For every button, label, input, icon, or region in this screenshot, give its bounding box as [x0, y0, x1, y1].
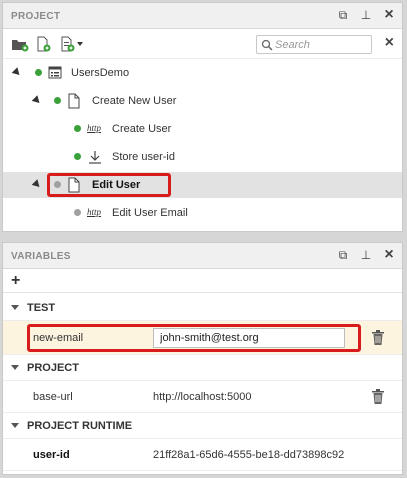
tree-item-label: Edit User Email [112, 207, 188, 219]
project-panel-title: PROJECT [11, 11, 61, 22]
float-window-icon[interactable]: ⧉ [336, 248, 350, 262]
add-variable-icon[interactable]: + [11, 272, 20, 290]
new-folder-icon[interactable] [11, 36, 29, 52]
search-icon [261, 39, 273, 51]
variables-panel-header: VARIABLES ⧉ ⊥ × [3, 243, 402, 269]
pin-icon[interactable]: ⊥ [359, 8, 373, 22]
edit-user-highlight [47, 173, 171, 197]
http-icon: http [87, 123, 102, 133]
variable-name[interactable]: base-url [33, 391, 73, 403]
variables-panel: VARIABLES ⧉ ⊥ × + TEST new-email PROJECT… [2, 242, 403, 475]
close-icon[interactable]: × [382, 7, 396, 23]
status-dot [74, 125, 81, 132]
variable-name[interactable]: user-id [33, 449, 70, 461]
section-label: TEST [27, 302, 56, 314]
trash-icon[interactable] [372, 389, 384, 404]
tree-item-label: UsersDemo [71, 67, 130, 79]
expand-arrow-icon[interactable] [11, 67, 23, 78]
status-dot [54, 97, 61, 104]
collapse-arrow-icon[interactable] [11, 305, 19, 310]
new-request-dropdown-icon[interactable] [60, 36, 86, 52]
status-dot [35, 69, 42, 76]
search-input[interactable] [275, 37, 367, 52]
trash-icon[interactable] [372, 330, 384, 345]
tree-item-label: Create User [112, 123, 172, 135]
variables-toolbar: + [3, 269, 402, 293]
document-icon [67, 93, 81, 109]
close-icon[interactable]: × [382, 247, 396, 263]
section-label: PROJECT RUNTIME [27, 420, 133, 432]
variable-value[interactable]: http://localhost:5000 [153, 391, 251, 403]
tree-item-store-user-id[interactable]: Store user-id [3, 144, 402, 170]
http-icon: http [87, 207, 102, 217]
pin-icon[interactable]: ⊥ [359, 248, 373, 262]
variable-row-user-id[interactable]: user-id 21ff28a1-65d6-4555-be18-dd73898c… [3, 439, 402, 471]
tree-item-create-new-user[interactable]: Create New User [3, 88, 402, 114]
download-icon [88, 149, 102, 165]
tree-item-label: Create New User [92, 95, 177, 107]
project-toolbar: × [3, 29, 402, 59]
expand-arrow-icon[interactable] [31, 179, 43, 190]
float-window-icon[interactable]: ⧉ [336, 8, 350, 22]
section-test[interactable]: TEST [3, 295, 402, 321]
project-icon [48, 65, 62, 81]
section-label: PROJECT [27, 362, 79, 374]
collapse-arrow-icon[interactable] [11, 365, 19, 370]
section-project-runtime[interactable]: PROJECT RUNTIME [3, 413, 402, 439]
collapse-arrow-icon[interactable] [11, 423, 19, 428]
variables-panel-title: VARIABLES [11, 251, 71, 262]
status-dot [74, 153, 81, 160]
tree-item-create-user[interactable]: http Create User [3, 116, 402, 142]
tree-item-edit-user-email[interactable]: http Edit User Email [3, 200, 402, 226]
variable-row-base-url[interactable]: base-url http://localhost:5000 [3, 381, 402, 413]
expand-arrow-icon[interactable] [31, 95, 43, 106]
tree-item-usersdemo[interactable]: UsersDemo [3, 60, 402, 86]
new-file-icon[interactable] [35, 36, 53, 52]
section-project[interactable]: PROJECT [3, 355, 402, 381]
search-box[interactable] [256, 35, 372, 54]
status-dot [74, 209, 81, 216]
project-panel: PROJECT ⧉ ⊥ × × UsersDemo [2, 2, 403, 232]
new-email-highlight [27, 324, 361, 352]
variable-value[interactable]: 21ff28a1-65d6-4555-be18-dd73898c92 [153, 449, 344, 461]
clear-search-icon[interactable]: × [385, 35, 394, 51]
tree-item-label: Store user-id [112, 151, 175, 163]
project-panel-header: PROJECT ⧉ ⊥ × [3, 3, 402, 29]
